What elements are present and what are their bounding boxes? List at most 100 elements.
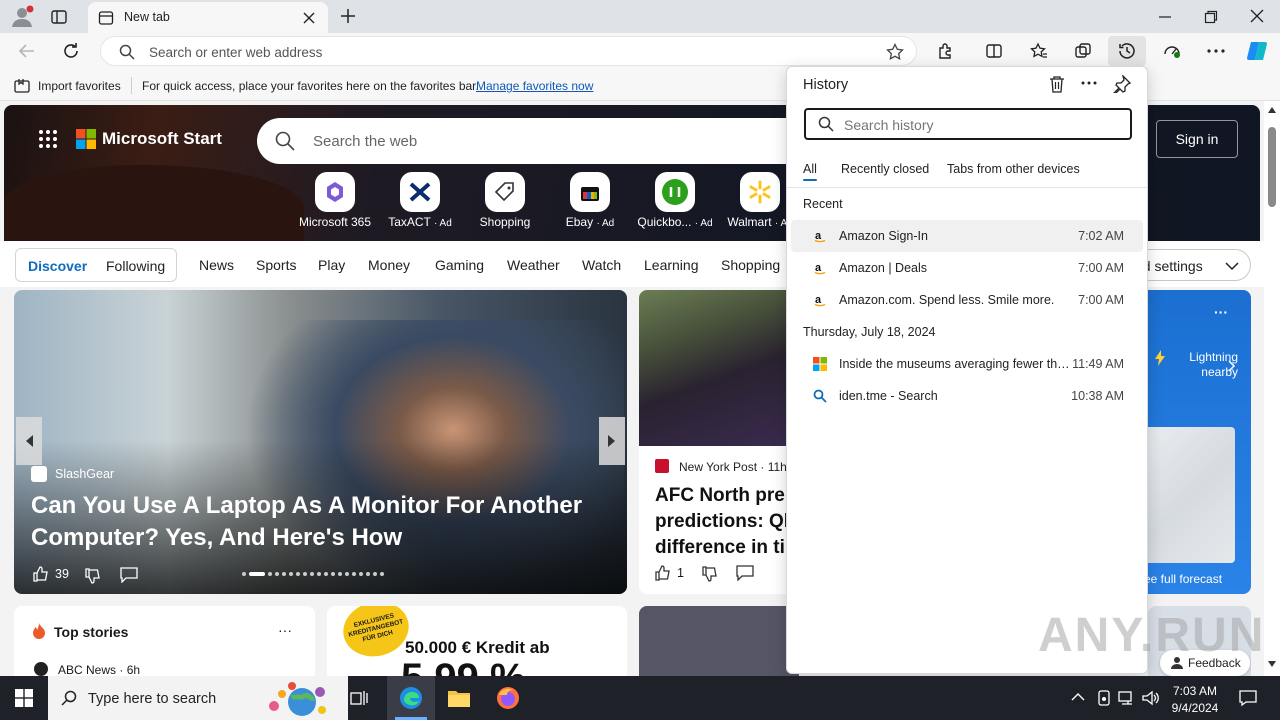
history-item[interactable]: a Amazon Sign-In 7:02 AM	[791, 220, 1143, 252]
like-icon[interactable]	[654, 564, 672, 582]
history-tab-other-devices[interactable]: Tabs from other devices	[947, 162, 1080, 176]
extensions-icon[interactable]	[937, 42, 955, 60]
brand-name[interactable]: Microsoft Start	[102, 129, 222, 149]
history-item[interactable]: Inside the museums averaging fewer than …	[791, 348, 1143, 380]
profile-icon[interactable]	[10, 5, 34, 29]
settings-more-icon[interactable]	[1207, 49, 1225, 53]
collections-icon[interactable]	[1074, 42, 1092, 60]
history-search-field[interactable]	[804, 108, 1132, 140]
hero-background	[4, 165, 304, 241]
app-launcher-icon[interactable]	[38, 129, 58, 149]
main-story-card[interactable]: SlashGear Can You Use A Laptop As A Moni…	[14, 290, 627, 594]
refresh-icon[interactable]	[62, 42, 80, 60]
weather-map[interactable]	[1148, 427, 1235, 563]
ad-card[interactable]: EXKLUSIVES KREDITANGEBOT FÜR DICH 50.000…	[327, 606, 627, 676]
nav-gaming[interactable]: Gaming	[435, 257, 484, 273]
dislike-icon[interactable]	[701, 565, 719, 583]
clock-date[interactable]: 9/4/2024	[1168, 701, 1222, 715]
nav-following[interactable]: Following	[106, 258, 165, 274]
restore-icon[interactable]	[1204, 10, 1218, 24]
split-screen-icon[interactable]	[985, 42, 1003, 60]
file-explorer-icon[interactable]	[435, 676, 483, 720]
nav-play[interactable]: Play	[318, 257, 345, 273]
weather-card[interactable]: ··· Lightning nearby ee full forecast	[1144, 290, 1251, 594]
scroll-down-icon[interactable]	[1268, 661, 1276, 667]
story-headline[interactable]: Can You Use A Laptop As A Monitor For An…	[31, 490, 591, 554]
manage-favorites-link[interactable]: Manage favorites now	[476, 79, 593, 93]
weather-more-button[interactable]: ···	[1214, 304, 1228, 320]
nav-watch[interactable]: Watch	[582, 257, 621, 273]
pin-icon[interactable]	[1113, 75, 1131, 93]
volume-icon[interactable]	[1142, 690, 1160, 706]
discover-following-toggle: Discover Following	[15, 248, 177, 282]
scroll-up-icon[interactable]	[1268, 107, 1276, 113]
history-search-input[interactable]	[844, 115, 1114, 135]
third-story-card[interactable]	[639, 606, 799, 676]
like-icon[interactable]	[32, 565, 50, 583]
comment-icon[interactable]	[736, 565, 754, 581]
copilot-icon[interactable]	[1245, 39, 1269, 63]
history-button[interactable]	[1108, 36, 1146, 66]
tile-taxact[interactable]: TaxACT · Ad	[380, 172, 460, 229]
nav-discover[interactable]: Discover	[28, 258, 87, 274]
comment-icon[interactable]	[120, 567, 138, 583]
address-placeholder: Search or enter web address	[149, 45, 323, 60]
history-item-time: 10:38 AM	[1071, 389, 1124, 403]
firefox-icon[interactable]	[484, 676, 532, 720]
web-search-box[interactable]: Search the web	[257, 118, 817, 164]
history-tab-recently-closed[interactable]: Recently closed	[841, 162, 929, 176]
notifications-icon[interactable]	[1239, 689, 1257, 707]
edge-taskbar-icon[interactable]	[387, 676, 435, 720]
carousel-prev-button[interactable]	[16, 417, 42, 465]
new-tab-button[interactable]	[340, 8, 356, 24]
nav-news[interactable]: News	[199, 257, 234, 273]
history-more-icon[interactable]	[1081, 81, 1097, 85]
top-stories-more-button[interactable]: ···	[278, 622, 292, 638]
carousel-dots[interactable]	[242, 570, 402, 578]
close-tab-icon[interactable]	[302, 11, 316, 25]
page-scrollbar[interactable]	[1264, 101, 1280, 676]
favorites-icon[interactable]	[1030, 42, 1048, 60]
weather-forecast-link[interactable]: ee full forecast	[1144, 572, 1222, 586]
back-icon[interactable]	[18, 42, 36, 60]
nav-weather[interactable]: Weather	[507, 257, 560, 273]
minimize-icon[interactable]	[1158, 10, 1172, 24]
tab-actions-icon[interactable]	[50, 8, 68, 26]
network-icon[interactable]	[1118, 690, 1136, 706]
address-bar[interactable]: Search or enter web address	[100, 36, 917, 66]
tile-ebay[interactable]: Ebay · Ad	[550, 172, 630, 229]
second-story-card[interactable]: New York Post · 11h AFC North pre predic…	[639, 290, 799, 594]
tray-overflow-icon[interactable]	[1071, 692, 1085, 702]
sign-in-button[interactable]: Sign in	[1156, 120, 1238, 158]
clock-time[interactable]: 7:03 AM	[1172, 684, 1218, 698]
ad-rate: 5,99 %	[401, 656, 526, 676]
taskbar-search[interactable]: Type here to search	[48, 676, 348, 720]
tile-label: Microsoft 365	[298, 215, 372, 229]
tile-microsoft-365[interactable]: Microsoft 365	[295, 172, 375, 229]
start-button[interactable]	[0, 676, 48, 720]
nav-money[interactable]: Money	[368, 257, 410, 273]
tile-shopping[interactable]: Shopping	[465, 172, 545, 229]
performance-icon[interactable]	[1162, 42, 1182, 60]
dislike-icon[interactable]	[84, 567, 102, 585]
close-window-icon[interactable]	[1250, 9, 1264, 23]
history-item[interactable]: a Amazon.com. Spend less. Smile more. 7:…	[791, 284, 1143, 316]
delete-history-icon[interactable]	[1049, 75, 1065, 93]
tile-quickbooks[interactable]: Quickbo... · Ad	[635, 172, 715, 229]
nav-sports[interactable]: Sports	[256, 257, 296, 273]
history-tab-all[interactable]: All	[803, 162, 817, 176]
second-story-headline[interactable]: AFC North pre predictions: Ql difference…	[655, 483, 799, 563]
chevron-right-icon[interactable]	[1228, 360, 1236, 372]
carousel-next-button[interactable]	[599, 417, 625, 465]
import-favorites-button[interactable]: Import favorites	[38, 79, 121, 93]
nav-shopping[interactable]: Shopping	[721, 257, 780, 273]
add-favorite-star-icon[interactable]	[886, 43, 904, 61]
history-item[interactable]: iden.tme - Search 10:38 AM	[791, 380, 1143, 412]
nav-learning[interactable]: Learning	[644, 257, 699, 273]
feed-settings-button[interactable]: ed settings	[1130, 249, 1251, 281]
history-item[interactable]: a Amazon | Deals 7:00 AM	[791, 252, 1143, 284]
task-view-icon[interactable]	[336, 676, 384, 720]
device-icon[interactable]	[1097, 690, 1111, 706]
tab-new-tab[interactable]: New tab	[88, 2, 328, 33]
scroll-thumb[interactable]	[1268, 127, 1276, 207]
